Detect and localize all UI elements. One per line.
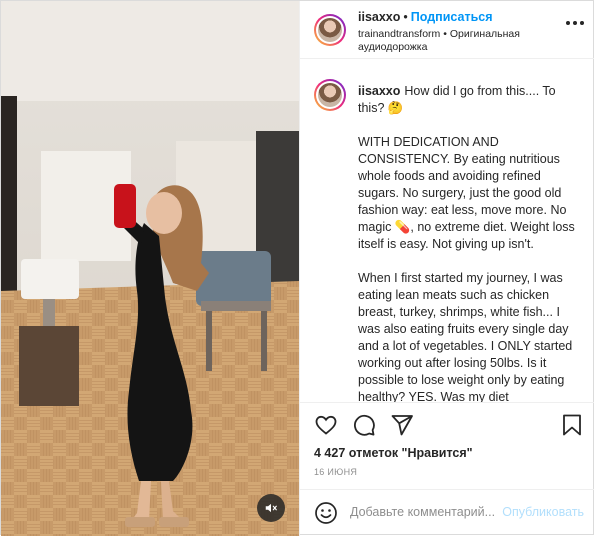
comment-icon[interactable] <box>352 413 376 437</box>
caption-paragraph-2: WITH DEDICATION AND CONSISTENCY. By eati… <box>358 135 575 251</box>
audio-line: trainandtransform • Оригинальная аудиодо… <box>358 28 558 54</box>
post-modal: iisaxxo • Подписаться trainandtransform • … <box>0 0 594 536</box>
video-frame <box>1 1 299 536</box>
separator-dot: • <box>403 10 408 24</box>
post-sidebar: iisaxxo • Подписаться trainandtransform • … <box>299 1 594 536</box>
publish-button[interactable]: Опубликовать <box>502 505 584 519</box>
username-link[interactable]: iisaxxo <box>358 10 400 24</box>
header-title-line: iisaxxo • Подписаться <box>358 10 493 24</box>
mute-button[interactable] <box>257 494 285 522</box>
comment-input[interactable] <box>350 505 500 519</box>
comments-area[interactable]: iisaxxo How did I go from this.... To thi… <box>300 59 594 402</box>
audio-source-link[interactable]: trainandtransform <box>358 28 440 40</box>
action-bar: 4 427 отметок "Нравится" 16 ИЮНЯ Опублик… <box>300 402 594 536</box>
follow-button[interactable]: Подписаться <box>411 10 493 24</box>
mute-icon <box>265 503 277 513</box>
avatar[interactable] <box>314 14 346 46</box>
emoji-icon[interactable] <box>314 501 338 525</box>
audio-separator: • <box>443 28 447 40</box>
caption-paragraph-3: When I first started my journey, I was e… <box>358 271 573 402</box>
caption-paragraph-1: iisaxxo How did I go from this.... To thi… <box>358 83 580 117</box>
add-comment-row: Опубликовать <box>300 489 594 537</box>
post-date[interactable]: 16 ИЮНЯ <box>314 467 357 477</box>
caption-username[interactable]: iisaxxo <box>358 84 400 98</box>
action-icons <box>314 413 414 437</box>
post-video[interactable] <box>1 1 299 536</box>
likes-count[interactable]: 4 427 отметок "Нравится" <box>314 446 473 460</box>
caption-avatar[interactable] <box>314 79 346 111</box>
post-header: iisaxxo • Подписаться trainandtransform • … <box>300 1 594 59</box>
heart-icon[interactable] <box>314 413 338 437</box>
bookmark-icon[interactable] <box>560 413 584 437</box>
caption-text: iisaxxo How did I go from this.... To thi… <box>358 83 580 402</box>
more-options-icon[interactable] <box>566 21 584 27</box>
share-icon[interactable] <box>390 413 414 437</box>
